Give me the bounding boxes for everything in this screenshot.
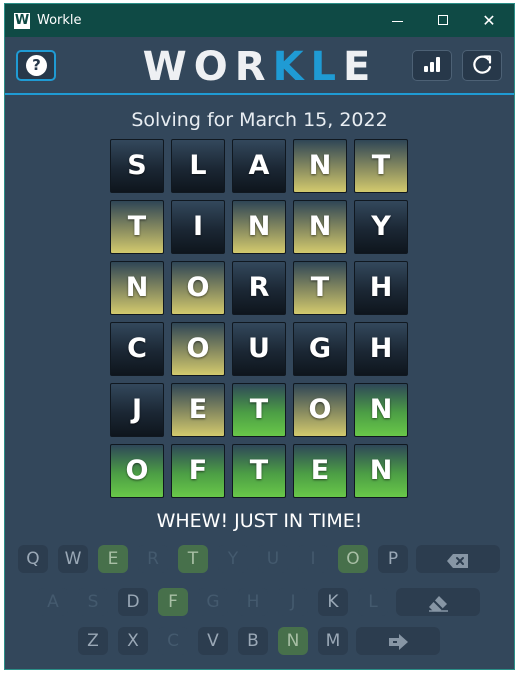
key-y[interactable]: Y (218, 545, 248, 573)
logo-text-highlight: KL (272, 44, 344, 90)
key-k[interactable]: K (318, 588, 348, 616)
board-tile: N (293, 139, 347, 193)
window-title: Workle (37, 13, 82, 28)
board-tile: E (293, 444, 347, 498)
board-tile: N (293, 200, 347, 254)
board-tile: N (232, 200, 286, 254)
app-icon: W (14, 13, 30, 29)
refresh-icon (473, 55, 492, 74)
key-m[interactable]: M (318, 627, 348, 655)
backspace-icon (446, 550, 470, 578)
board-tile: N (354, 383, 408, 437)
key-q[interactable]: Q (18, 545, 48, 573)
app-logo: WORKLE (135, 45, 385, 89)
board-tile: H (354, 261, 408, 315)
board-tile: U (232, 322, 286, 376)
key-o[interactable]: O (338, 545, 368, 573)
board-tile: N (354, 444, 408, 498)
key-x[interactable]: X (118, 627, 148, 655)
key-r[interactable]: R (138, 545, 168, 573)
board-tile: A (232, 139, 286, 193)
key-u[interactable]: U (258, 545, 288, 573)
board-tile: O (110, 444, 164, 498)
enter-icon (386, 632, 410, 660)
maximize-button[interactable] (420, 4, 466, 37)
board-tile: I (171, 200, 225, 254)
key-s[interactable]: S (78, 588, 108, 616)
minimize-icon (391, 21, 403, 22)
app-header: ? WORKLE (5, 37, 514, 94)
board-tile: T (110, 200, 164, 254)
key-v[interactable]: V (198, 627, 228, 655)
key-d[interactable]: D (118, 588, 148, 616)
key-w[interactable]: W (58, 545, 88, 573)
maximize-icon (438, 15, 448, 25)
board-tile: T (232, 444, 286, 498)
logo-text-start: WOR (142, 44, 273, 90)
game-board: SLANTTINNYNORTHCOUGHJETONOFTEN (110, 139, 410, 501)
board-tile: E (171, 383, 225, 437)
key-i[interactable]: I (298, 545, 328, 573)
close-button[interactable]: ✕ (466, 4, 512, 37)
board-tile: Y (354, 200, 408, 254)
board-tile: C (110, 322, 164, 376)
title-bar[interactable]: W Workle ✕ (5, 4, 514, 37)
restart-button[interactable] (462, 50, 502, 81)
board-tile: S (110, 139, 164, 193)
board-tile: T (293, 261, 347, 315)
key-e[interactable]: E (98, 545, 128, 573)
board-tile: J (110, 383, 164, 437)
backspace-key[interactable] (416, 545, 500, 573)
help-button[interactable]: ? (16, 50, 56, 81)
key-p[interactable]: P (378, 545, 408, 573)
board-tile: N (110, 261, 164, 315)
app-window: W Workle ✕ ? WORKLE Solving for March 15… (4, 3, 515, 670)
board-tile: G (293, 322, 347, 376)
key-h[interactable]: H (238, 588, 268, 616)
result-message: WHEW! JUST IN TIME! (156, 510, 363, 532)
bar-chart-bar (430, 62, 434, 72)
key-j[interactable]: J (278, 588, 308, 616)
close-icon: ✕ (482, 11, 496, 30)
board-tile: O (171, 322, 225, 376)
key-g[interactable]: G (198, 588, 228, 616)
key-c[interactable]: C (158, 627, 188, 655)
board-tile: T (232, 383, 286, 437)
bar-chart-bar (436, 57, 440, 72)
clear-key[interactable] (396, 588, 480, 616)
key-t[interactable]: T (178, 545, 208, 573)
minimize-button[interactable] (374, 4, 420, 37)
bar-chart-bar (424, 66, 428, 72)
statistics-button[interactable] (412, 50, 452, 81)
key-z[interactable]: Z (78, 627, 108, 655)
help-icon: ? (26, 55, 47, 76)
key-b[interactable]: B (238, 627, 268, 655)
key-n[interactable]: N (278, 627, 308, 655)
enter-key[interactable] (356, 627, 440, 655)
board-tile: L (171, 139, 225, 193)
board-tile: R (232, 261, 286, 315)
on-screen-keyboard: QWERTYUIOP ASDFGHJKL ZXCVBNM (5, 542, 514, 662)
board-tile: H (354, 322, 408, 376)
key-a[interactable]: A (38, 588, 68, 616)
key-l[interactable]: L (358, 588, 388, 616)
board-tile: F (171, 444, 225, 498)
logo-text-end: E (343, 44, 378, 90)
eraser-icon (426, 593, 450, 621)
board-tile: T (354, 139, 408, 193)
key-f[interactable]: F (158, 588, 188, 616)
header-divider (5, 93, 514, 95)
board-tile: O (171, 261, 225, 315)
puzzle-date-label: Solving for March 15, 2022 (131, 109, 388, 131)
board-tile: O (293, 383, 347, 437)
